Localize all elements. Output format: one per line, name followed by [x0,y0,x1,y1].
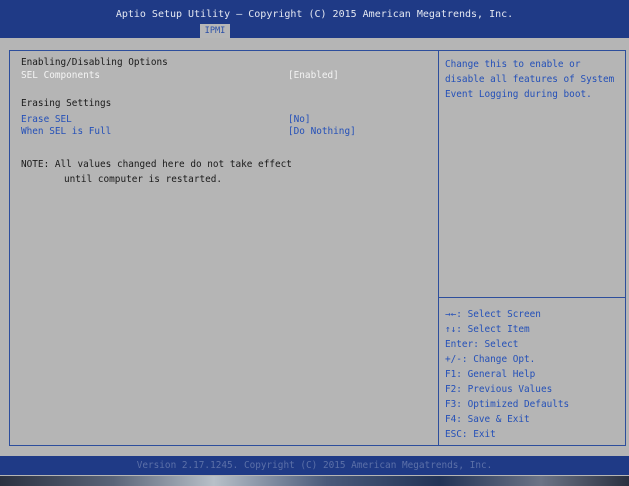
sel-components-value[interactable]: [Enabled] [288,70,339,82]
help-text: Change this to enable or disable all fea… [445,59,620,100]
erase-sel-label[interactable]: Erase SEL [21,114,72,126]
bios-screen: Aptio Setup Utility – Copyright (C) 2015… [0,0,629,486]
note-line-1: NOTE: All values changed here do not tak… [21,159,292,170]
note-line-2: until computer is restarted. [64,174,223,185]
key-hint-previous-values: F2: Previous Values [445,384,553,395]
tab-ipmi[interactable]: IPMI [200,24,230,38]
key-hint-optimized-defaults: F3: Optimized Defaults [445,399,570,410]
key-hint-change-opt: +/-: Change Opt. [445,354,536,365]
when-sel-full-label[interactable]: When SEL is Full [21,126,111,138]
key-hint-general-help: F1: General Help [445,369,536,380]
panel-divider [438,50,439,446]
section-heading-erasing: Erasing Settings [21,98,112,109]
section-heading-enabling: Enabling/Disabling Options [21,57,168,68]
app-title: Aptio Setup Utility – Copyright (C) 2015… [115,9,514,20]
key-hint-select-screen: →←: Select Screen [445,309,541,320]
monitor-bezel [0,476,629,486]
key-hint-esc-exit: ESC: Exit [445,429,496,440]
help-divider [439,297,626,298]
sel-components-label[interactable]: SEL Components [21,70,100,82]
footer-version: Version 2.17.1245. Copyright (C) 2015 Am… [136,460,493,471]
key-hint-save-exit: F4: Save & Exit [445,414,530,425]
erase-sel-value[interactable]: [No] [288,114,311,126]
key-hint-select-item: ↑↓: Select Item [445,324,530,335]
when-sel-full-value[interactable]: [Do Nothing] [288,126,356,138]
key-hint-enter: Enter: Select [445,339,519,350]
